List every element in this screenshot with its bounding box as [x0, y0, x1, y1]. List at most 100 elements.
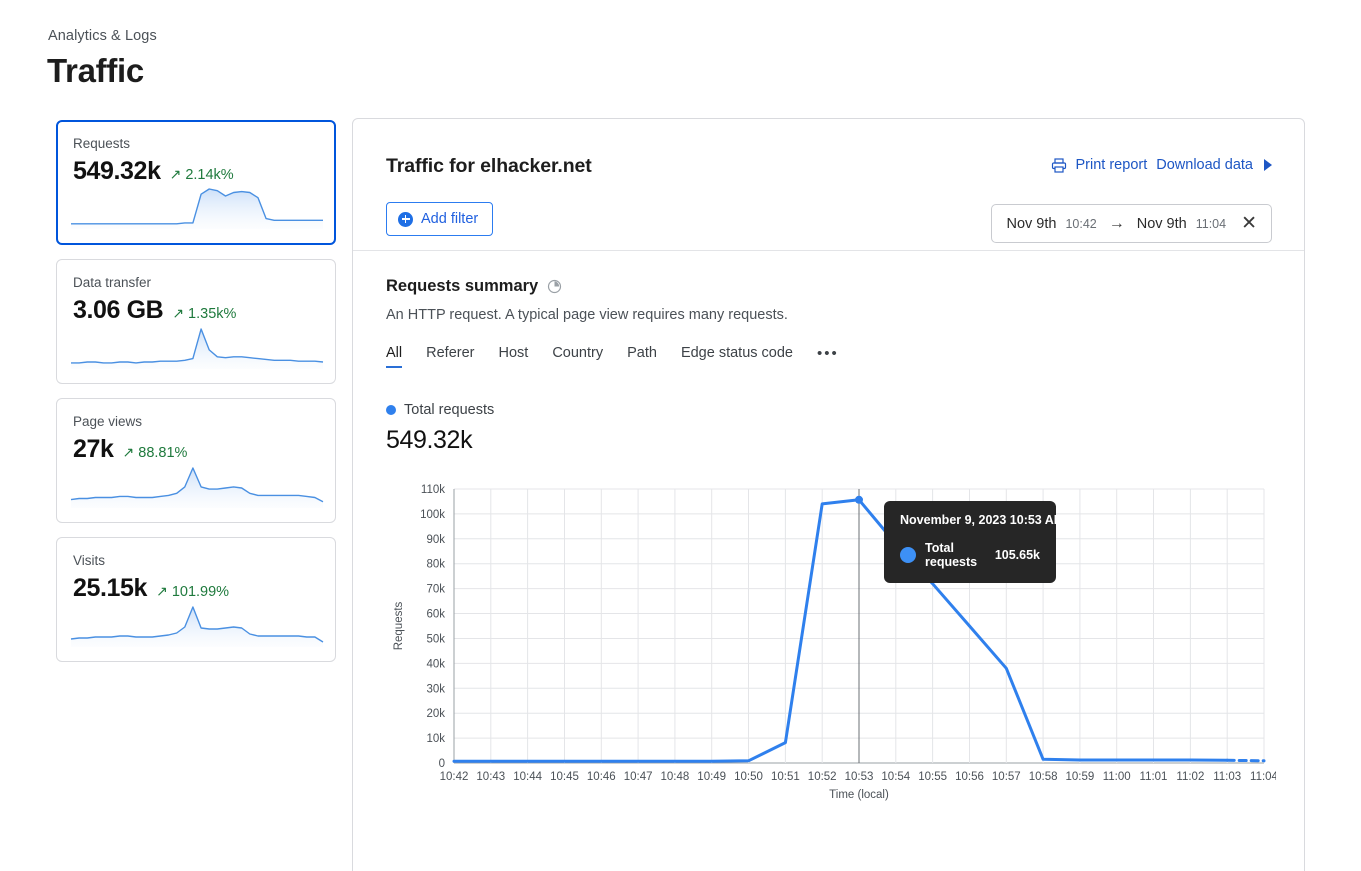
close-icon[interactable]: ✕ — [1235, 214, 1257, 233]
svg-text:10:55: 10:55 — [918, 771, 947, 783]
metric-card-sparkline — [71, 328, 324, 369]
svg-text:10:47: 10:47 — [624, 771, 653, 783]
svg-text:10:58: 10:58 — [1029, 771, 1058, 783]
metric-card-label: Visits — [73, 553, 106, 568]
traffic-panel: Traffic for elhacker.net Add filter Prin… — [352, 118, 1305, 871]
panel-title: Traffic for elhacker.net — [386, 155, 592, 177]
traffic-analytics-page: Analytics & Logs Traffic Requests 549.32k… — [0, 0, 1361, 871]
requests-summary-section: Requests summary An HTTP request. A typi… — [353, 251, 1304, 807]
svg-text:50k: 50k — [426, 634, 445, 646]
date-range-picker[interactable]: Nov 9th 10:42 → Nov 9th 11:04 ✕ — [991, 204, 1272, 243]
total-requests-value: 549.32k — [386, 426, 473, 454]
metric-card-delta: ↗ 101.99% — [156, 583, 229, 600]
svg-text:110k: 110k — [421, 484, 445, 496]
summary-description: An HTTP request. A typical page view req… — [386, 307, 788, 323]
metric-card-sparkline — [70, 467, 324, 508]
svg-text:11:00: 11:00 — [1103, 771, 1131, 783]
date-range-end-time: 11:04 — [1195, 216, 1227, 231]
svg-text:11:02: 11:02 — [1176, 771, 1204, 783]
print-report-link[interactable]: Print report — [1076, 157, 1148, 173]
date-range-start-time: 10:42 — [1065, 216, 1097, 231]
panel-header: Traffic for elhacker.net Add filter Prin… — [353, 119, 1304, 251]
metric-card-sparkline — [71, 188, 323, 229]
tooltip-series-value: 105.65k — [994, 548, 1040, 562]
tab-referer[interactable]: Referer — [426, 345, 474, 368]
svg-text:10:44: 10:44 — [513, 771, 542, 783]
svg-text:Time (local): Time (local) — [829, 789, 889, 801]
caret-right-icon[interactable] — [1264, 159, 1272, 171]
tab-edge-status-code[interactable]: Edge status code — [681, 345, 793, 368]
legend-dot-icon — [386, 405, 396, 415]
date-range-start-day: Nov 9th — [1006, 215, 1057, 232]
svg-text:10:49: 10:49 — [697, 771, 726, 783]
tab-host[interactable]: Host — [498, 345, 528, 368]
svg-text:10k: 10k — [426, 733, 445, 745]
summary-title: Requests summary — [386, 277, 539, 295]
metric-card-visits[interactable]: Visits 25.15k ↗ 101.99% — [56, 537, 336, 662]
svg-text:11:01: 11:01 — [1140, 771, 1168, 783]
metric-card-delta-value: 101.99% — [171, 584, 230, 600]
svg-text:10:52: 10:52 — [808, 771, 837, 783]
trend-up-icon: ↗ — [156, 583, 168, 599]
metric-card-page-views[interactable]: Page views 27k ↗ 88.81% — [56, 398, 336, 523]
tooltip-date: November 9, 2023 10:53 AM — [900, 513, 1065, 527]
svg-text:10:56: 10:56 — [955, 771, 984, 783]
svg-text:10:51: 10:51 — [771, 771, 800, 783]
tab-all[interactable]: All — [386, 345, 403, 368]
printer-icon — [1051, 157, 1067, 173]
svg-text:80k: 80k — [426, 559, 445, 571]
svg-text:10:50: 10:50 — [734, 771, 763, 783]
download-data-link[interactable]: Download data — [1156, 157, 1253, 173]
tab-country[interactable]: Country — [552, 345, 603, 368]
metric-card-requests[interactable]: Requests 549.32k ↗ 2.14k% — [56, 120, 336, 245]
svg-text:90k: 90k — [426, 534, 445, 546]
metric-card-delta: ↗ 88.81% — [123, 444, 188, 461]
breadcrumb[interactable]: Analytics & Logs — [48, 28, 157, 44]
metric-card-sparkline — [70, 606, 324, 647]
clock-icon — [547, 279, 562, 294]
tooltip-series-name: Total requests — [925, 541, 978, 569]
date-range-end-day: Nov 9th — [1136, 215, 1187, 232]
plus-icon — [398, 211, 413, 227]
add-filter-button[interactable]: Add filter — [386, 202, 494, 236]
svg-text:11:04: 11:04 — [1250, 771, 1276, 783]
metric-card-list: Requests 549.32k ↗ 2.14k% Data transfer 3.06 … — [56, 120, 336, 676]
svg-text:Requests: Requests — [393, 601, 405, 650]
arrow-right-icon: → — [1108, 214, 1125, 232]
tab-path[interactable]: Path — [627, 345, 657, 368]
tooltip-series-dot-icon — [900, 547, 916, 563]
trend-up-icon: ↗ — [172, 305, 185, 321]
svg-text:10:57: 10:57 — [992, 771, 1021, 783]
legend-label: Total requests — [404, 402, 495, 418]
svg-text:40k: 40k — [426, 658, 445, 670]
svg-text:30k: 30k — [426, 683, 445, 695]
svg-text:20k: 20k — [426, 708, 445, 720]
add-filter-label: Add filter — [421, 211, 479, 227]
tooltip-series-row: Total requests 105.65k — [900, 541, 1040, 569]
svg-text:11:03: 11:03 — [1213, 771, 1241, 783]
metric-card-delta-value: 1.35k% — [188, 306, 237, 322]
report-actions: Print report Download data — [1051, 157, 1272, 173]
svg-text:100k: 100k — [420, 509, 445, 521]
svg-text:10:48: 10:48 — [661, 771, 690, 783]
svg-text:60k: 60k — [426, 609, 445, 621]
metric-card-label: Data transfer — [73, 275, 152, 290]
svg-text:10:46: 10:46 — [587, 771, 616, 783]
svg-text:10:59: 10:59 — [1066, 771, 1095, 783]
metric-card-label: Requests — [73, 136, 131, 151]
summary-title-row: Requests summary — [386, 277, 1271, 296]
svg-text:10:53: 10:53 — [845, 771, 874, 783]
metric-card-data-transfer[interactable]: Data transfer 3.06 GB ↗ 1.35k% — [56, 259, 336, 384]
tabs-overflow-button[interactable]: ••• — [817, 345, 839, 368]
svg-text:0: 0 — [439, 758, 445, 770]
metric-card-label: Page views — [73, 414, 143, 429]
metric-card-delta-value: 88.81% — [138, 445, 188, 461]
trend-up-icon: ↗ — [122, 444, 135, 460]
page-title: Traffic — [47, 52, 144, 89]
svg-text:10:43: 10:43 — [476, 771, 505, 783]
requests-time-series-chart[interactable]: 0 10k 20k 30k 40k 50k 60k 70k 80k 90k 100k 110k Requ… — [386, 477, 1276, 807]
metric-card-delta: ↗ 1.35k% — [172, 305, 236, 322]
svg-text:10:45: 10:45 — [550, 771, 579, 783]
chart-tooltip: November 9, 2023 10:53 AM Total requests… — [884, 501, 1065, 583]
svg-text:70k: 70k — [426, 584, 445, 596]
